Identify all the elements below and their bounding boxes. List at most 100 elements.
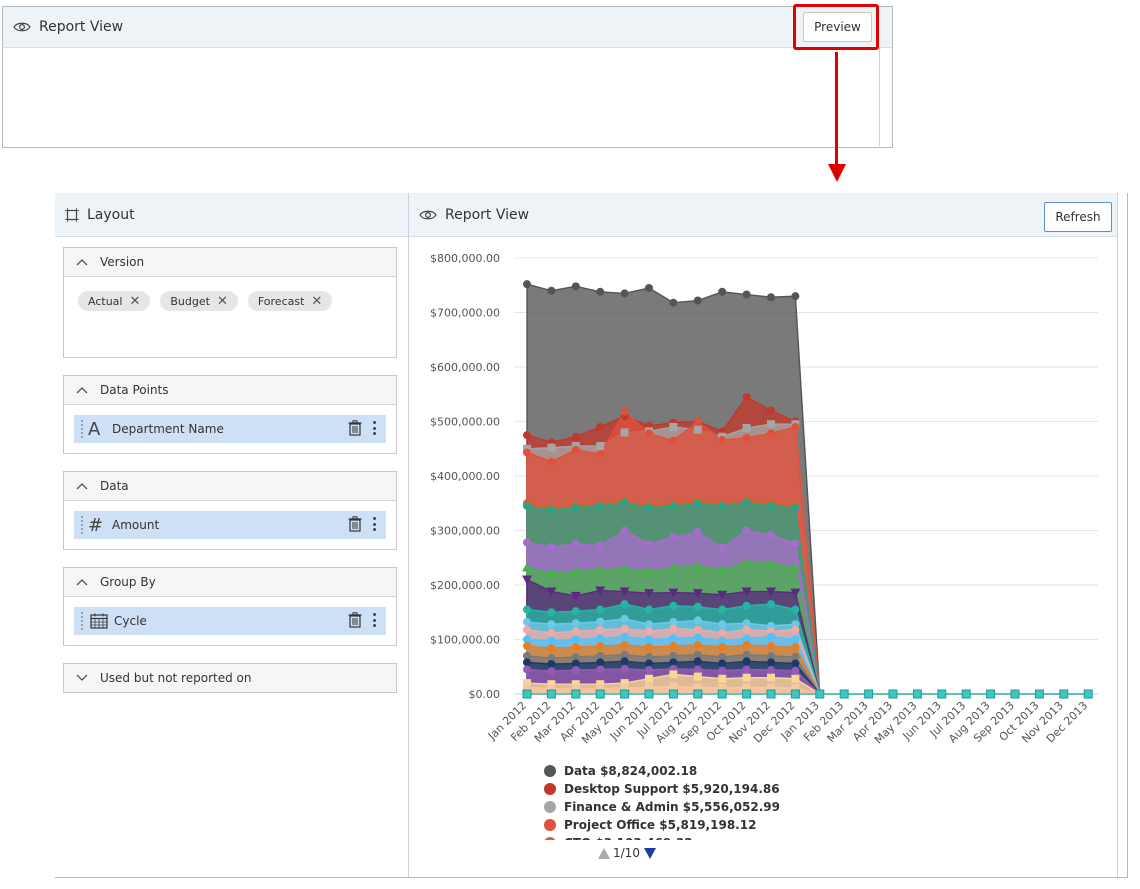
data-point [742,665,751,674]
data-point [986,689,996,699]
data-point [791,503,800,512]
legend-marker [544,765,556,777]
data-point [961,689,971,699]
data-point [596,422,605,431]
y-tick-label: $300,000.00 [430,525,500,538]
data-point [742,290,751,299]
data-point [888,689,898,699]
legend-item[interactable]: Finance & Admin $5,556,052.99 [544,798,784,816]
data-point [1010,689,1020,699]
data-point [669,436,678,445]
data-point [693,665,702,674]
data-point [791,674,800,683]
data-point [767,530,775,539]
data-point [937,689,947,699]
data-point [620,600,629,609]
data-point [596,658,605,667]
data-point [766,689,776,699]
data-point [669,670,678,679]
data-point [718,666,727,675]
data-point [620,407,629,416]
legend-prev-icon[interactable] [598,847,610,859]
data-point [547,667,556,676]
data-point [620,289,629,298]
data-point [596,617,605,626]
legend-item[interactable]: CTO $3,103,469.32 [544,834,784,840]
data-point [717,689,727,699]
data-point [596,605,605,614]
data-point [742,625,751,634]
data-point [523,625,531,634]
data-point [718,501,727,510]
data-point [620,689,630,699]
legend-marker [544,801,556,813]
data-point [571,540,580,549]
data-point [693,640,702,649]
data-point [547,620,556,629]
data-point [718,659,727,668]
data-point [669,634,678,643]
data-point [669,624,678,633]
data-point [791,643,800,652]
data-point [839,689,849,699]
data-point [767,293,775,302]
data-point [620,526,629,535]
data-point [791,659,800,668]
data-point [645,503,653,512]
legend-label: Data $8,824,002.18 [564,764,698,778]
data-point [742,526,751,535]
data-point [767,501,775,510]
y-tick-label: $400,000.00 [430,470,500,483]
data-point [767,666,775,675]
data-point [571,689,581,699]
data-point [693,657,702,666]
legend-item[interactable]: Project Office $5,819,198.12 [544,816,784,834]
data-point [669,642,678,651]
data-point [645,605,653,614]
data-point [523,665,531,674]
data-point [547,505,556,514]
data-point [620,428,629,437]
data-point [644,689,654,699]
data-point [645,540,653,549]
data-point [547,286,556,295]
data-point [693,689,703,699]
legend-label: CTO $3,103,469.32 [564,836,693,840]
data-point [742,433,751,442]
legend-next-icon[interactable] [643,847,656,859]
data-point [718,543,727,552]
data-point [523,658,531,667]
data-point [718,628,727,637]
data-point [571,619,580,628]
data-point [767,673,775,682]
data-point [791,635,800,644]
data-point [669,298,678,307]
data-point [571,445,580,454]
data-point [669,533,678,542]
data-point [767,406,775,415]
legend-item[interactable]: Data $8,824,002.18 [544,762,784,780]
data-point [718,436,727,445]
data-point [718,674,727,683]
stacked-area-chart: $0.00 $100,000.00 $200,000.00 $300,000.00 $4… [430,252,1098,746]
legend-item[interactable]: Desktop Support $5,920,194.86 [544,780,784,798]
data-point [523,538,531,547]
legend-label: Desktop Support $5,920,194.86 [564,782,780,796]
legend-marker [544,783,556,795]
data-point [693,417,702,426]
data-point [767,429,775,438]
data-point [547,644,556,653]
data-point [523,501,531,510]
data-point [718,620,727,629]
data-point [523,431,531,440]
data-point [791,666,800,675]
data-point [693,616,702,625]
data-point [1083,689,1093,699]
data-point [571,627,580,636]
data-point [767,632,775,641]
data-point [693,602,702,611]
data-point [742,601,751,610]
legend-pager: 1/10 [598,846,656,860]
data-point [718,605,727,614]
y-tick-label: $500,000.00 [430,416,500,429]
